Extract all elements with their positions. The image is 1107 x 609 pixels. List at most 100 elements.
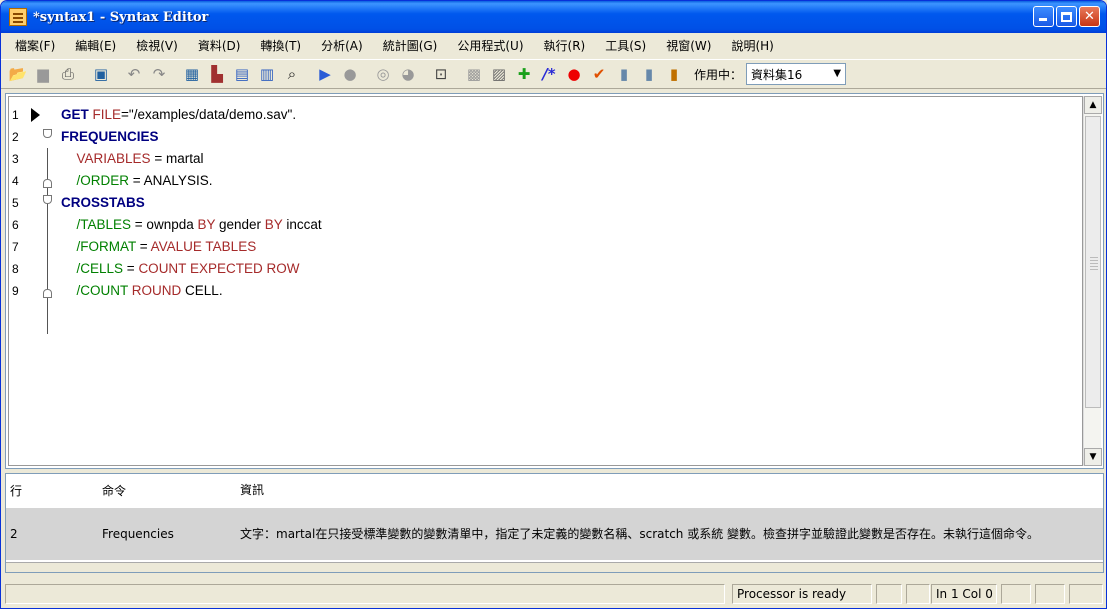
header-info[interactable]: 資訊 [240,481,1100,499]
scroll-up-button[interactable]: ▲ [1084,96,1102,114]
menu-help[interactable]: 說明(H) [721,35,783,57]
code-line[interactable]: 3 VARIABLES = martal [9,148,1082,170]
status-blank-6 [1069,584,1103,604]
code-token: /TABLES [76,217,132,232]
code-text: /CELLS = COUNT EXPECTED ROW [69,261,300,276]
run-selection-icon[interactable]: ▶ [314,63,336,85]
validate-icon[interactable]: ✔ [588,63,610,85]
add-icon[interactable]: ✚ [513,63,535,85]
line-number: 4 [12,174,19,188]
menu-analyze[interactable]: 分析(A) [311,35,373,57]
step-icon[interactable]: ▮ [613,63,635,85]
code-token: BY [264,217,283,232]
maximize-button[interactable] [1056,6,1077,27]
code-token: = martal [150,151,204,166]
status-blank-4 [1001,584,1031,604]
code-area[interactable]: 1 GET FILE="/examples/data/demo.sav". 2 FRE… [8,96,1083,466]
code-line[interactable]: 8 /CELLS = COUNT EXPECTED ROW [9,258,1082,280]
menu-view[interactable]: 檢視(V) [126,35,188,57]
line-number: 3 [12,152,19,166]
menu-run[interactable]: 執行(R) [534,35,596,57]
code-line[interactable]: 4 /ORDER = ANALYSIS. [9,170,1082,192]
code-token: = ownpda [131,217,198,232]
menu-window[interactable]: 視窗(W) [656,35,721,57]
code-line[interactable]: 6 /TABLES = ownpda BY gender BY inccat [9,214,1082,236]
next-bookmark-icon[interactable]: ◕ [397,63,419,85]
redo-icon[interactable]: ↷ [148,63,170,85]
syntax-editor-window: *syntax1 - Syntax Editor ✕ 檔案(F) 編輯(E) 檢… [0,0,1107,609]
save-icon[interactable]: ▆ [32,63,54,85]
undo-icon[interactable]: ↶ [123,63,145,85]
goto-case-icon[interactable]: ▙ [206,63,228,85]
menu-graphs[interactable]: 統計圖(G) [373,35,448,57]
code-text: GET FILE="/examples/data/demo.sav". [61,107,296,122]
code-text: /FORMAT = AVALUE TABLES [69,239,257,254]
goto-variable-icon[interactable]: ▤ [231,63,253,85]
bookmark-icon[interactable]: ◎ [372,63,394,85]
code-line[interactable]: 9 /COUNT ROUND CELL. [9,280,1082,302]
header-command[interactable]: 命令 [102,482,126,499]
table-row[interactable]: 2 Frequencies 文字：martal在只接受標準變數的變數清單中，指定… [6,508,1103,560]
vertical-scrollbar[interactable]: ▲ ▼ [1083,96,1102,466]
chevron-down-icon: ▼ [833,68,842,79]
menu-transform[interactable]: 轉換(T) [250,35,311,57]
menu-file[interactable]: 檔案(F) [5,35,65,57]
find-icon[interactable]: ⌕ [281,63,303,85]
current-line-arrow-icon [31,108,40,122]
menu-edit[interactable]: 編輯(E) [65,35,126,57]
scroll-thumb[interactable] [1085,116,1101,408]
continue-icon[interactable]: ▮ [663,63,685,85]
header-line[interactable]: 行 [10,482,22,499]
row-info: 文字：martal在只接受標準變數的變數清單中，指定了未定義的變數名稱、scra… [240,527,1040,541]
code-token: CROSSTABS [61,195,145,210]
comment-icon[interactable]: /* [538,63,560,85]
code-text: VARIABLES = martal [69,151,204,166]
syntax-help-icon[interactable]: ⊡ [430,63,452,85]
designate-window-icon[interactable]: ▩ [463,63,485,85]
title-bar[interactable]: *syntax1 - Syntax Editor ✕ [1,1,1106,33]
horizontal-scrollbar[interactable] [6,562,1103,572]
code-line[interactable]: 1 GET FILE="/examples/data/demo.sav". [9,104,1082,126]
menu-tools[interactable]: 工具(S) [595,35,656,57]
code-line[interactable]: 5 CROSSTABS [9,192,1082,214]
toolbar: 📂 ▆ ⎙ ▣ ↶ ↷ ▦ ▙ ▤ ▥ ⌕ ▶ ● ◎ ◕ ⊡ ▩ ▨ ✚ /*… [1,59,1106,89]
close-button[interactable]: ✕ [1079,6,1100,27]
cursor-position: In 1 Col 0 [931,584,997,604]
dialog-recall-icon[interactable]: ▣ [90,63,112,85]
code-token: ROUND [131,283,182,298]
active-dataset-select[interactable]: 資料集16 ▼ [746,63,847,85]
fold-toggle-icon[interactable] [43,129,52,138]
line-number: 2 [12,130,19,144]
code-text: FREQUENCIES [61,129,159,144]
line-number: 1 [12,108,19,122]
stop-icon[interactable]: ● [339,63,361,85]
scroll-down-button[interactable]: ▼ [1084,448,1102,466]
step-over-icon[interactable]: ▮ [638,63,660,85]
print-icon[interactable]: ⎙ [57,63,79,85]
code-line[interactable]: 7 /FORMAT = AVALUE TABLES [9,236,1082,258]
menu-data[interactable]: 資料(D) [188,35,251,57]
active-dataset-label: 作用中： [694,67,743,82]
fold-toggle-icon[interactable] [43,195,52,204]
line-number: 6 [12,218,19,232]
code-token: ="/examples/data/demo.sav". [121,107,297,122]
error-table: 行 命令 資訊 2 Frequencies 文字：martal在只接受標準變數的… [5,473,1104,573]
code-line[interactable]: 2 FREQUENCIES [9,126,1082,148]
open-folder-icon[interactable]: 📂 [7,63,29,85]
breakpoint-icon[interactable]: ● [563,63,585,85]
code-token: /FORMAT [76,239,137,254]
code-token: AVALUE TABLES [150,239,257,254]
goto-data-icon[interactable]: ▦ [181,63,203,85]
row-command: Frequencies [102,527,174,541]
variables-info-icon[interactable]: ▥ [256,63,278,85]
minimize-button[interactable] [1033,6,1054,27]
export-icon[interactable]: ▨ [488,63,510,85]
active-dataset-value: 資料集16 [751,67,803,82]
code-text: /COUNT ROUND CELL. [69,283,223,298]
menu-utilities[interactable]: 公用程式(U) [447,35,533,57]
code-token: gender [215,217,265,232]
